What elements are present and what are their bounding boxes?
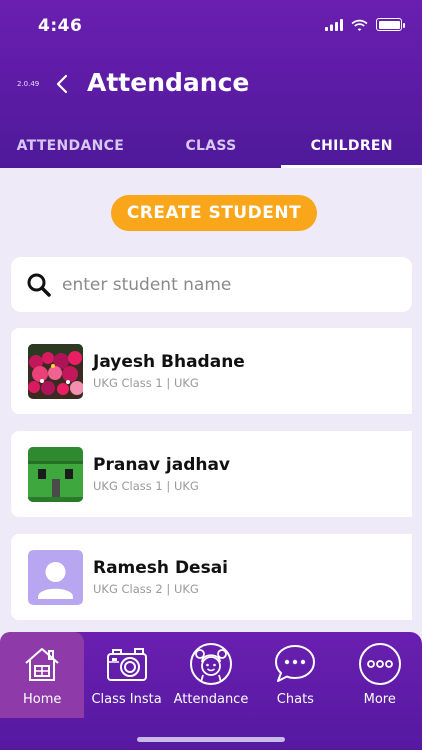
default-person-icon bbox=[28, 549, 83, 605]
nav-label: Attendance bbox=[173, 692, 249, 707]
wifi-icon bbox=[351, 19, 368, 31]
student-class: UKG Class 1 | UKG bbox=[93, 479, 199, 493]
student-class: UKG Class 2 | UKG bbox=[93, 582, 199, 596]
chevron-left-icon bbox=[56, 74, 68, 94]
app-header: 4:46 2.0.49 Attendance ATTENDANCE CLASS … bbox=[0, 0, 422, 168]
student-card[interactable]: Jayesh Bhadane UKG Class 1 | UKG bbox=[11, 328, 412, 414]
student-name: Pranav jadhav bbox=[93, 455, 231, 475]
nav-label: Home bbox=[23, 692, 62, 707]
chat-bubble-icon bbox=[275, 645, 316, 682]
page-title: Attendance bbox=[87, 68, 250, 97]
more-dots-icon bbox=[358, 643, 401, 685]
nav-chats[interactable]: Chats bbox=[253, 632, 337, 718]
nav-home[interactable]: Home bbox=[0, 632, 85, 718]
home-indicator bbox=[137, 737, 285, 742]
app-version: 2.0.49 bbox=[17, 80, 40, 88]
back-button[interactable] bbox=[50, 70, 74, 98]
student-avatar-flowers bbox=[28, 343, 83, 399]
nav-label: Class Insta bbox=[91, 692, 162, 707]
student-avatar-green bbox=[28, 446, 83, 502]
search-icon bbox=[27, 273, 51, 297]
bottom-nav: Home Class Insta Attendance Chats More bbox=[0, 632, 422, 750]
battery-icon bbox=[376, 18, 405, 31]
nav-label: Chats bbox=[276, 692, 314, 707]
child-face-icon bbox=[189, 643, 232, 685]
status-time: 4:46 bbox=[38, 16, 83, 36]
student-class: UKG Class 1 | UKG bbox=[93, 376, 199, 390]
camera-icon bbox=[106, 648, 147, 681]
student-list: Jayesh Bhadane UKG Class 1 | UKG Pranav … bbox=[11, 328, 412, 637]
nav-label: More bbox=[363, 692, 396, 707]
status-icons bbox=[325, 18, 405, 31]
create-student-button[interactable]: CREATE STUDENT bbox=[111, 195, 317, 231]
student-name: Jayesh Bhadane bbox=[93, 352, 245, 372]
tab-class[interactable]: CLASS bbox=[141, 124, 282, 168]
tab-attendance[interactable]: ATTENDANCE bbox=[0, 124, 141, 168]
search-input[interactable] bbox=[62, 274, 382, 295]
student-name: Ramesh Desai bbox=[93, 558, 229, 578]
nav-class-insta[interactable]: Class Insta bbox=[84, 632, 168, 718]
nav-attendance[interactable]: Attendance bbox=[169, 632, 253, 718]
tab-bar: ATTENDANCE CLASS CHILDREN bbox=[0, 124, 422, 168]
signal-icon bbox=[325, 18, 343, 31]
student-card[interactable]: Ramesh Desai UKG Class 2 | UKG bbox=[11, 534, 412, 620]
nav-more[interactable]: More bbox=[338, 632, 422, 718]
search-bar bbox=[11, 257, 412, 312]
tab-children[interactable]: CHILDREN bbox=[281, 124, 422, 168]
house-icon bbox=[25, 648, 59, 681]
student-card[interactable]: Pranav jadhav UKG Class 1 | UKG bbox=[11, 431, 412, 517]
